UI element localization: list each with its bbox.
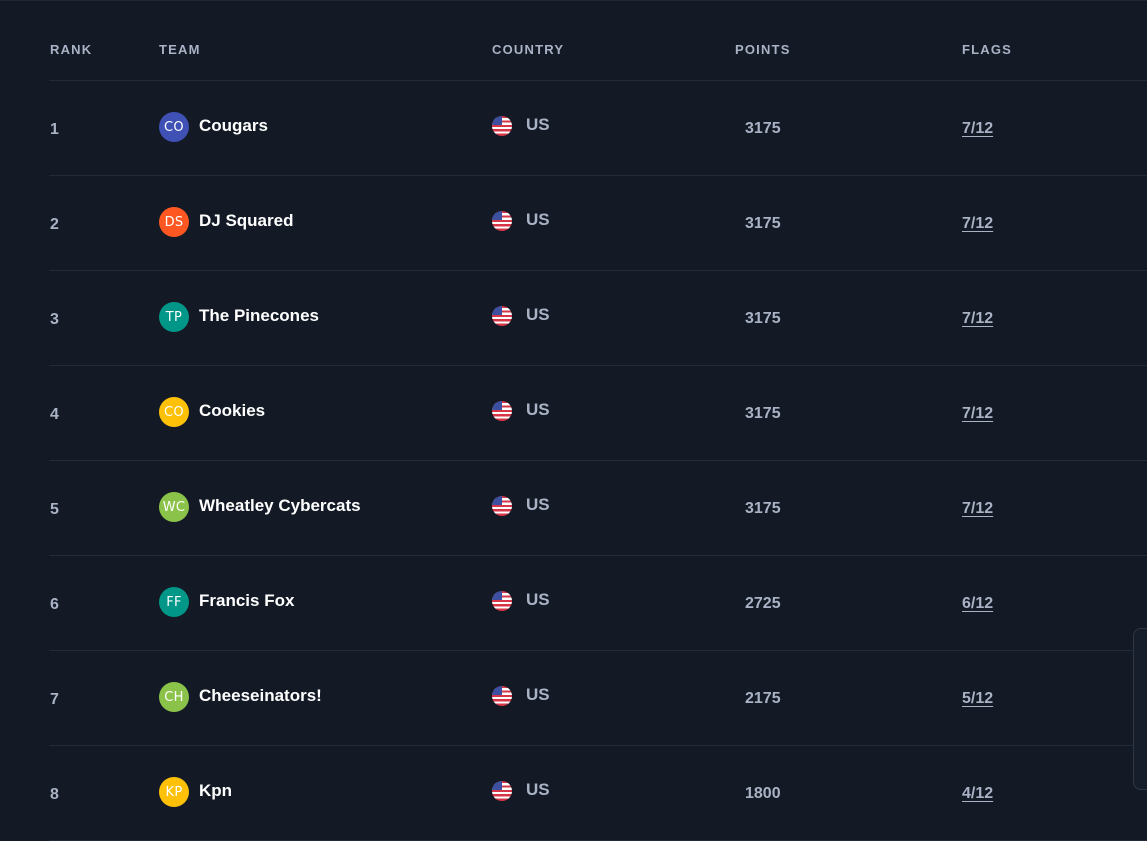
country-cell: US (492, 684, 550, 706)
us-flag-icon (492, 211, 512, 231)
points-cell: 3175 (745, 405, 781, 422)
table-row: 6 FF Francis Fox US 2725 6/12 (49, 556, 1147, 651)
us-flag-icon (492, 686, 512, 706)
flags-link[interactable]: 7/12 (962, 120, 993, 138)
country-cell: US (492, 304, 550, 326)
country-code: US (526, 209, 550, 229)
points-cell: 3175 (745, 310, 781, 327)
team-name: Francis Fox (199, 590, 295, 610)
table-header: RANK TEAM COUNTRY POINTS FLAGS (49, 0, 1147, 81)
rank-cell: 3 (50, 311, 59, 328)
team-cell: KP Kpn (159, 777, 232, 807)
table-row: 4 CO Cookies US 3175 7/12 (49, 366, 1147, 461)
team-avatar: CO (159, 112, 189, 142)
flags-link[interactable]: 5/12 (962, 690, 993, 708)
team-name: Cougars (199, 115, 268, 135)
team-cell: CO Cougars (159, 112, 268, 142)
team-cell: FF Francis Fox (159, 587, 294, 617)
country-code: US (526, 114, 550, 134)
team-name: Wheatley Cybercats (199, 495, 361, 515)
us-flag-icon (492, 781, 512, 801)
flags-link[interactable]: 7/12 (962, 500, 993, 518)
us-flag-icon (492, 401, 512, 421)
rank-cell: 5 (50, 501, 59, 518)
column-header-team: TEAM (159, 42, 201, 57)
team-avatar: FF (159, 587, 189, 617)
country-cell: US (492, 114, 550, 136)
side-panel-handle[interactable] (1133, 628, 1147, 790)
flags-link[interactable]: 4/12 (962, 785, 993, 803)
team-cell: CO Cookies (159, 397, 265, 427)
team-name: Cheeseinators! (199, 685, 322, 705)
column-header-rank: RANK (50, 42, 93, 57)
flags-link[interactable]: 7/12 (962, 310, 993, 328)
team-name: The Pinecones (199, 305, 319, 325)
points-cell: 2725 (745, 595, 781, 612)
rank-cell: 8 (50, 786, 59, 803)
us-flag-icon (492, 496, 512, 516)
column-header-country: COUNTRY (492, 42, 565, 57)
country-code: US (526, 399, 550, 419)
column-header-flags: FLAGS (962, 42, 1013, 57)
rank-cell: 1 (50, 121, 59, 138)
table-row: 8 KP Kpn US 1800 4/12 (49, 746, 1147, 841)
table-row: 1 CO Cougars US 3175 7/12 (49, 81, 1147, 176)
country-code: US (526, 779, 550, 799)
column-header-points: POINTS (735, 42, 791, 57)
team-avatar: TP (159, 302, 189, 332)
us-flag-icon (492, 591, 512, 611)
table-row: 3 TP The Pinecones US 3175 7/12 (49, 271, 1147, 366)
points-cell: 3175 (745, 500, 781, 517)
country-code: US (526, 494, 550, 514)
team-cell: WC Wheatley Cybercats (159, 492, 361, 522)
rank-cell: 4 (50, 406, 59, 423)
scoreboard-table: RANK TEAM COUNTRY POINTS FLAGS 1 CO Cougar… (49, 0, 1147, 841)
flags-link[interactable]: 7/12 (962, 215, 993, 233)
flags-link[interactable]: 7/12 (962, 405, 993, 423)
rank-cell: 7 (50, 691, 59, 708)
country-cell: US (492, 779, 550, 801)
table-row: 2 DS DJ Squared US 3175 7/12 (49, 176, 1147, 271)
rank-cell: 6 (50, 596, 59, 613)
points-cell: 3175 (745, 120, 781, 137)
rank-cell: 2 (50, 216, 59, 233)
team-name: DJ Squared (199, 210, 294, 230)
team-avatar: WC (159, 492, 189, 522)
points-cell: 1800 (745, 785, 781, 802)
country-code: US (526, 589, 550, 609)
team-avatar: DS (159, 207, 189, 237)
country-cell: US (492, 209, 550, 231)
team-cell: TP The Pinecones (159, 302, 319, 332)
points-cell: 3175 (745, 215, 781, 232)
country-cell: US (492, 399, 550, 421)
table-row: 5 WC Wheatley Cybercats US 3175 7/12 (49, 461, 1147, 556)
us-flag-icon (492, 306, 512, 326)
us-flag-icon (492, 116, 512, 136)
team-name: Cookies (199, 400, 266, 420)
country-cell: US (492, 589, 550, 611)
team-cell: DS DJ Squared (159, 207, 293, 237)
team-avatar: KP (159, 777, 189, 807)
country-code: US (526, 304, 550, 324)
team-avatar: CO (159, 397, 189, 427)
table-row: 7 CH Cheeseinators! US 2175 5/12 (49, 651, 1147, 746)
table-body: 1 CO Cougars US 3175 7/12 2 DS DJ Squared US 3175 7… (49, 81, 1147, 841)
country-cell: US (492, 494, 550, 516)
points-cell: 2175 (745, 690, 781, 707)
flags-link[interactable]: 6/12 (962, 595, 993, 613)
team-avatar: CH (159, 682, 189, 712)
country-code: US (526, 684, 550, 704)
team-name: Kpn (199, 780, 233, 800)
team-cell: CH Cheeseinators! (159, 682, 322, 712)
